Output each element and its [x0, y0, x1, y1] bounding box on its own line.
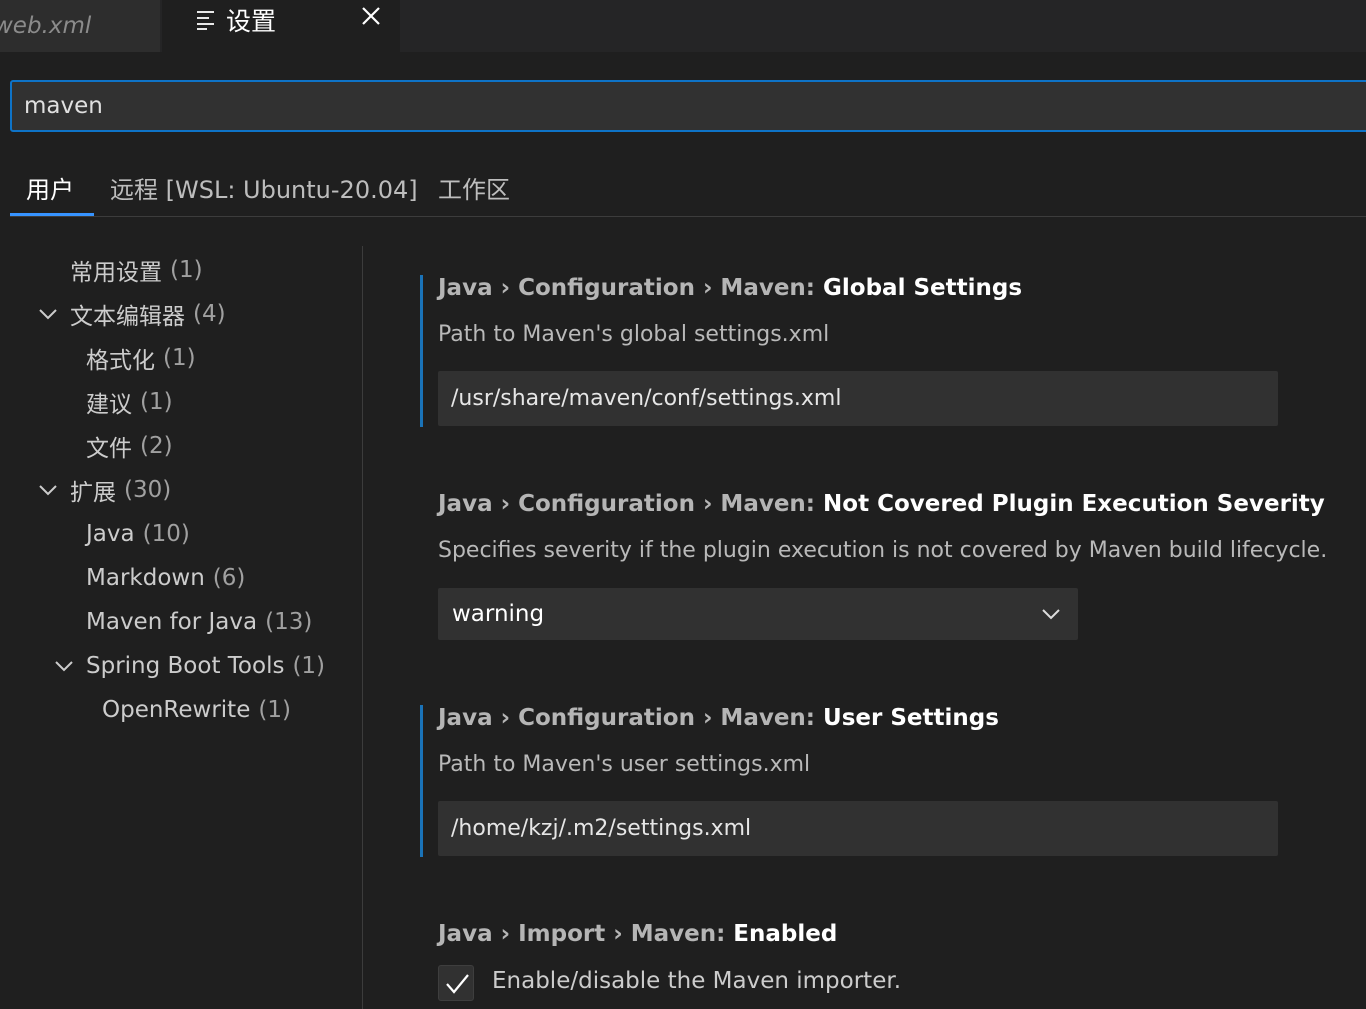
tab-settings-label: 设置 [226, 7, 277, 36]
toc-item-count: (1) [163, 345, 196, 371]
setting-description: Specifies severity if the plugin executi… [438, 538, 1328, 563]
toc-item-label: OpenRewrite [102, 697, 251, 723]
toc-item-label: 文件 [86, 436, 132, 462]
toc-item-maven-for-java[interactable]: Maven for Java (13) [86, 600, 312, 644]
user-settings-field [438, 801, 1278, 856]
toc-item-label: Markdown [86, 565, 205, 591]
settings-search-box [10, 80, 1366, 132]
chevron-down-icon [1042, 609, 1060, 620]
severity-select[interactable]: warning [438, 588, 1078, 640]
setting-description: Path to Maven's user settings.xml [438, 752, 811, 777]
toc-item-java[interactable]: Java (10) [86, 512, 190, 556]
close-icon[interactable] [360, 5, 382, 27]
setting-name: Enabled [733, 921, 838, 947]
setting-not-covered-severity: Java › Configuration › Maven: Not Covere… [420, 491, 1366, 651]
toc-item-spring-boot-tools[interactable]: Spring Boot Tools (1) [86, 644, 325, 688]
toc-item-label: 建议 [86, 392, 132, 418]
toc-item-count: (1) [258, 697, 291, 723]
chevron-down-icon[interactable] [37, 303, 59, 325]
toc-item-count: (2) [140, 433, 173, 459]
settings-search-input[interactable] [24, 93, 1366, 119]
toc-item-count: (1) [292, 653, 326, 679]
toc-item-count: (10) [142, 521, 190, 547]
settings-lines-icon [197, 11, 214, 30]
editor-tab-bar: web.xml 设置 [0, 0, 1366, 52]
toc-item-extensions[interactable]: 扩展 (30) [70, 468, 171, 512]
setting-category: Java › Import › Maven: [438, 921, 734, 947]
settings-toc-tree: 常用设置 (1) 文本编辑器 (4) 格式化 (1) 建议 (1) 文件 (2) 扩展 (3… [0, 246, 362, 1009]
chevron-down-icon[interactable] [37, 479, 59, 501]
toc-item-count: (13) [265, 609, 313, 635]
toc-item-count: (1) [170, 257, 203, 283]
toc-item-label: 扩展 [70, 480, 116, 506]
tab-web-xml[interactable]: web.xml [0, 0, 160, 52]
settings-scope-tabs: 用户 远程 [WSL: Ubuntu-20.04] 工作区 [10, 160, 1366, 217]
setting-name: Global Settings [823, 275, 1023, 301]
toc-item-label: Spring Boot Tools [86, 653, 285, 679]
scope-tab-remote[interactable]: 远程 [WSL: Ubuntu-20.04] [110, 170, 418, 205]
setting-global-settings: Java › Configuration › Maven: Global Set… [420, 275, 1366, 427]
user-settings-input[interactable] [451, 816, 1278, 841]
toc-item-label: Maven for Java [86, 609, 258, 635]
toc-item-count: (30) [124, 477, 172, 503]
checkbox-label: Enable/disable the Maven importer. [492, 968, 902, 994]
toc-item-commonly-used[interactable]: 常用设置 (1) [70, 248, 203, 292]
setting-category: Java › Configuration › Maven: [438, 705, 824, 731]
tab-web-xml-label: web.xml [0, 13, 92, 39]
maven-importer-checkbox[interactable] [438, 965, 474, 1001]
setting-description: Path to Maven's global settings.xml [438, 322, 830, 347]
setting-import-maven-enabled: Java › Import › Maven: Enabled Enable/di… [420, 921, 1366, 1009]
toc-item-label: Java [86, 521, 135, 547]
toc-item-openrewrite[interactable]: OpenRewrite (1) [102, 688, 291, 732]
toc-item-label: 文本编辑器 [70, 304, 185, 330]
tab-settings[interactable]: 设置 [162, 0, 400, 52]
scope-tab-user[interactable]: 用户 [26, 170, 74, 205]
setting-title: Java › Configuration › Maven: User Setti… [438, 705, 999, 731]
global-settings-field [438, 371, 1278, 426]
toc-item-formatting[interactable]: 格式化 (1) [86, 336, 196, 380]
toc-item-count: (1) [140, 389, 173, 415]
toc-item-files[interactable]: 文件 (2) [86, 424, 173, 468]
setting-user-settings: Java › Configuration › Maven: User Setti… [420, 705, 1366, 857]
toc-item-label: 格式化 [86, 348, 155, 374]
toc-item-label: 常用设置 [70, 260, 162, 286]
setting-name: Not Covered Plugin Execution Severity [823, 491, 1325, 517]
toc-divider [362, 246, 363, 1009]
setting-title: Java › Configuration › Maven: Global Set… [438, 275, 1022, 301]
chevron-down-icon[interactable] [53, 655, 75, 677]
toc-item-text-editor[interactable]: 文本编辑器 (4) [70, 292, 226, 336]
setting-category: Java › Configuration › Maven: [438, 491, 824, 517]
toc-item-markdown[interactable]: Markdown (6) [86, 556, 245, 600]
toc-item-count: (4) [193, 301, 226, 327]
check-icon [446, 974, 469, 994]
setting-category: Java › Configuration › Maven: [438, 275, 824, 301]
setting-title: Java › Import › Maven: Enabled [438, 921, 837, 947]
toc-item-suggestions[interactable]: 建议 (1) [86, 380, 173, 424]
setting-name: User Settings [823, 705, 999, 731]
setting-title: Java › Configuration › Maven: Not Covere… [438, 491, 1325, 517]
scope-tab-workspace[interactable]: 工作区 [438, 170, 510, 205]
global-settings-input[interactable] [451, 386, 1278, 411]
modified-indicator [420, 705, 423, 857]
toc-item-count: (6) [212, 565, 246, 591]
active-scope-indicator [10, 213, 94, 216]
severity-select-value: warning [452, 601, 545, 627]
modified-indicator [420, 275, 423, 427]
